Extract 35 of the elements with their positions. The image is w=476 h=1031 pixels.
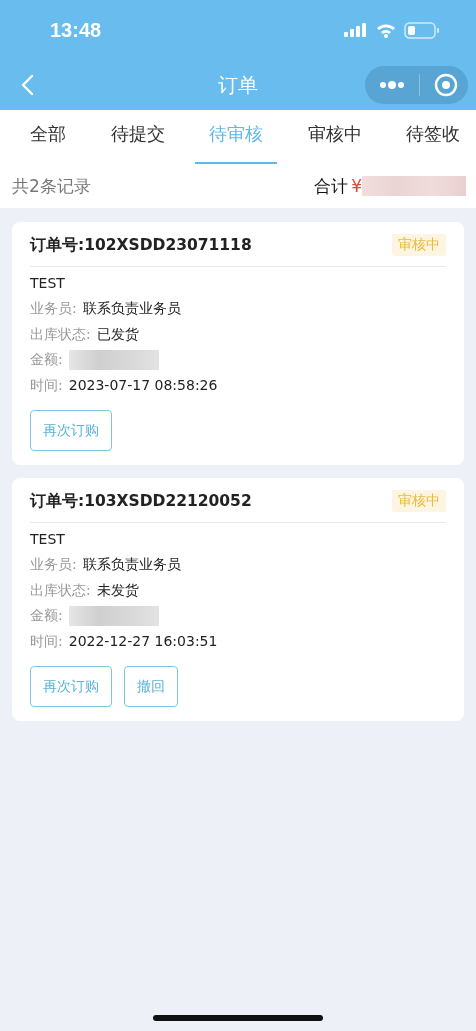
total-label: 合计 bbox=[314, 174, 349, 198]
capsule-menu[interactable] bbox=[365, 66, 468, 104]
field-label: 金额: bbox=[30, 606, 63, 625]
back-icon[interactable] bbox=[20, 74, 34, 96]
status-badge: 审核中 bbox=[392, 234, 446, 256]
signal-icon bbox=[344, 23, 368, 37]
tab[interactable]: 全部 bbox=[30, 110, 66, 166]
tab[interactable]: 待签收 bbox=[406, 110, 460, 166]
customer-name: TEST bbox=[30, 530, 66, 549]
customer-name: TEST bbox=[30, 274, 66, 293]
field-label: 出库状态: bbox=[30, 580, 91, 600]
field-label: 时间: bbox=[30, 631, 63, 651]
field-label: 时间: bbox=[30, 375, 63, 395]
more-icon[interactable] bbox=[379, 81, 405, 89]
order-number: 订单号:103XSDD22120052 bbox=[30, 490, 252, 512]
field-label: 出库状态: bbox=[30, 324, 91, 344]
page-title: 订单 bbox=[218, 71, 258, 99]
status-badge: 审核中 bbox=[392, 490, 446, 512]
wifi-icon bbox=[376, 22, 396, 38]
field-value: 已发货 bbox=[96, 324, 139, 344]
record-count: 共2条记录 bbox=[12, 174, 91, 198]
field-value: 未发货 bbox=[96, 580, 139, 600]
tab[interactable]: 待提交 bbox=[110, 110, 165, 166]
field-value: 联系负责业务员 bbox=[82, 299, 181, 318]
tab[interactable]: 审核中 bbox=[307, 110, 362, 166]
battery-icon bbox=[404, 21, 440, 39]
field-label: 业务员: bbox=[30, 299, 77, 318]
field-label: 金额: bbox=[30, 350, 63, 369]
field-label: 业务员: bbox=[30, 555, 77, 574]
order-number: 订单号:102XSDD23071118 bbox=[30, 234, 252, 256]
field-value: 联系负责业务员 bbox=[82, 555, 181, 574]
field-value: 2023-07-17 08:58:26 bbox=[68, 375, 218, 395]
status-time: 13:48 bbox=[50, 18, 102, 42]
currency-symbol: ¥ bbox=[351, 176, 362, 196]
field-value: 2022-12-27 16:03:51 bbox=[68, 631, 218, 651]
